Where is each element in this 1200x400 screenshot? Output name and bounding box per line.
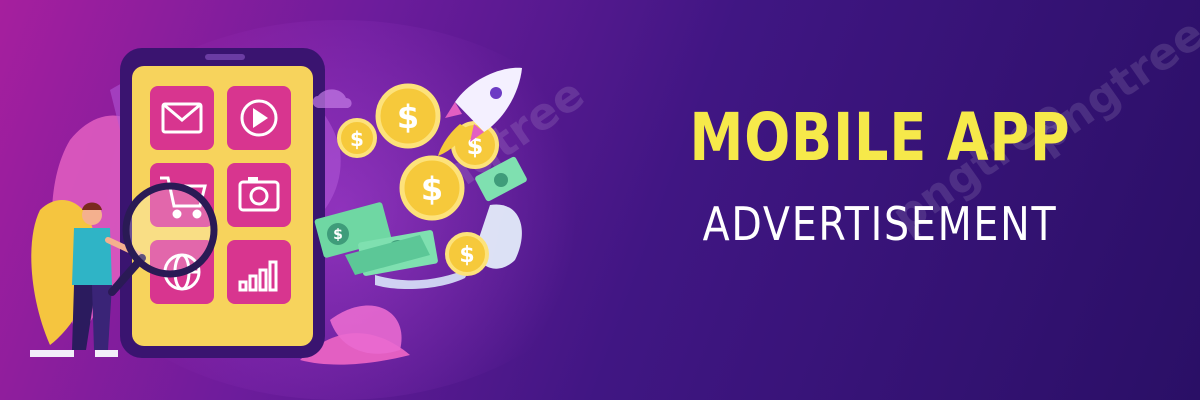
svg-text:$: $ bbox=[397, 98, 419, 136]
app-tile-video bbox=[227, 86, 291, 150]
mobile-app-advertisement-banner: pngtree pngtree pngtree bbox=[0, 0, 1200, 400]
coin: $ bbox=[445, 232, 489, 276]
coin: $ bbox=[375, 83, 441, 149]
app-tile-signal bbox=[227, 240, 291, 304]
svg-text:$: $ bbox=[350, 127, 364, 151]
svg-text:$: $ bbox=[459, 243, 474, 268]
svg-text:$: $ bbox=[421, 170, 443, 208]
headline: MOBILE APP ADVERTISEMENT bbox=[600, 99, 1160, 251]
svg-text:$: $ bbox=[333, 227, 343, 243]
banner-title: MOBILE APP bbox=[689, 99, 1071, 176]
banner-subtitle: ADVERTISEMENT bbox=[702, 197, 1058, 251]
coin: $ bbox=[399, 155, 465, 221]
coin: $ bbox=[337, 118, 377, 158]
app-tile-camera bbox=[227, 163, 291, 227]
app-tile-mail bbox=[150, 86, 214, 150]
